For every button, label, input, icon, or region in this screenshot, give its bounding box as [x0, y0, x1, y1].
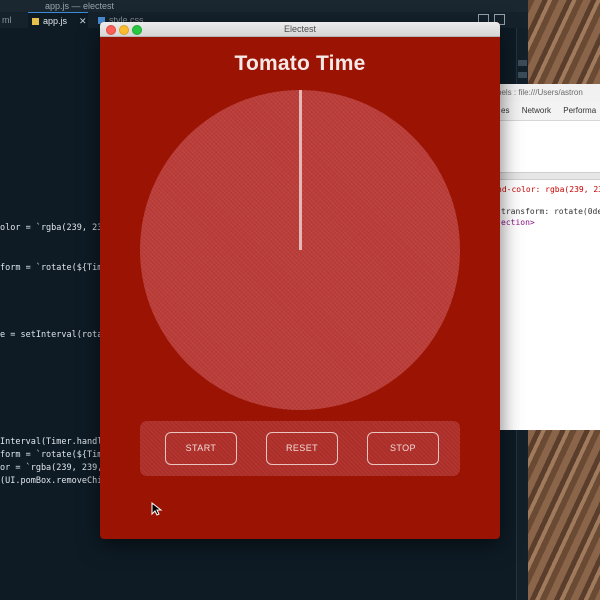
devtools-tab[interactable]: es [501, 106, 509, 115]
start-button[interactable]: START [165, 432, 237, 465]
minimap-block [518, 72, 527, 78]
devtools-url: pels : file:///Users/astron [497, 88, 583, 97]
page-title: Tomato Time [234, 52, 366, 75]
code-line: (UI.pomBox.removeChil [0, 476, 107, 487]
devtools-tab-performance[interactable]: Performa [563, 106, 596, 115]
code-line: form = `rotate(${Timer [0, 263, 113, 274]
window-titlebar[interactable]: Electest [100, 22, 500, 37]
devtools-tabs: es Network Performa [497, 102, 600, 121]
code-line: form = `rotate(${Time [0, 450, 107, 461]
mouse-cursor-icon [151, 502, 163, 516]
devtools-style-line: transform: rotate(0deg) [501, 207, 600, 216]
code-text: (UI.pomBox.removeChil [0, 476, 108, 486]
devtools-panel: pels : file:///Users/astron es Network P… [496, 84, 600, 430]
code-text: or = `rgba(239, 239, [0, 463, 103, 473]
tab-html[interactable]: ml [0, 12, 24, 28]
devtools-tab-network[interactable]: Network [522, 106, 551, 115]
app-window: Electest Tomato Time START RESET STOP [100, 22, 500, 539]
code-text: e = setInterval(rotat [0, 330, 108, 340]
js-file-icon [32, 18, 39, 26]
code-line: olor = `rgba(239, 239 [0, 223, 107, 234]
code-text: Interval(Timer.handle [0, 437, 108, 447]
code-text: olor = `rgba(239, 239 [0, 223, 108, 233]
window-title: Electest [283, 24, 316, 34]
code-text: form = `rotate(${Time [0, 450, 108, 460]
devtools-divider[interactable] [497, 172, 600, 180]
stop-button[interactable]: STOP [367, 432, 439, 465]
code-text: form = `rotate(${Timer [0, 263, 113, 273]
editor-titlebar: app.js — electest [0, 0, 530, 12]
editor-window-title: app.js — electest [45, 1, 115, 11]
code-line: Interval(Timer.handle [0, 437, 107, 448]
tab-label: app.js [43, 16, 68, 26]
tab-label: ml [2, 15, 12, 25]
controls-panel: START RESET STOP [140, 421, 460, 476]
devtools-url-bar: pels : file:///Users/astron [497, 84, 600, 103]
devtools-style-line: nd-color: rgba(239, 239 [497, 185, 600, 194]
tab-app-js[interactable]: app.js ✕ [28, 12, 88, 29]
code-line: or = `rgba(239, 239, [0, 463, 102, 474]
devtools-element-line: ection> [501, 218, 535, 227]
minimap-block [518, 60, 527, 66]
reset-button[interactable]: RESET [266, 432, 338, 465]
close-icon[interactable]: ✕ [79, 16, 87, 26]
timer-hand [298, 90, 302, 250]
code-line: e = setInterval(rotat [0, 330, 107, 341]
